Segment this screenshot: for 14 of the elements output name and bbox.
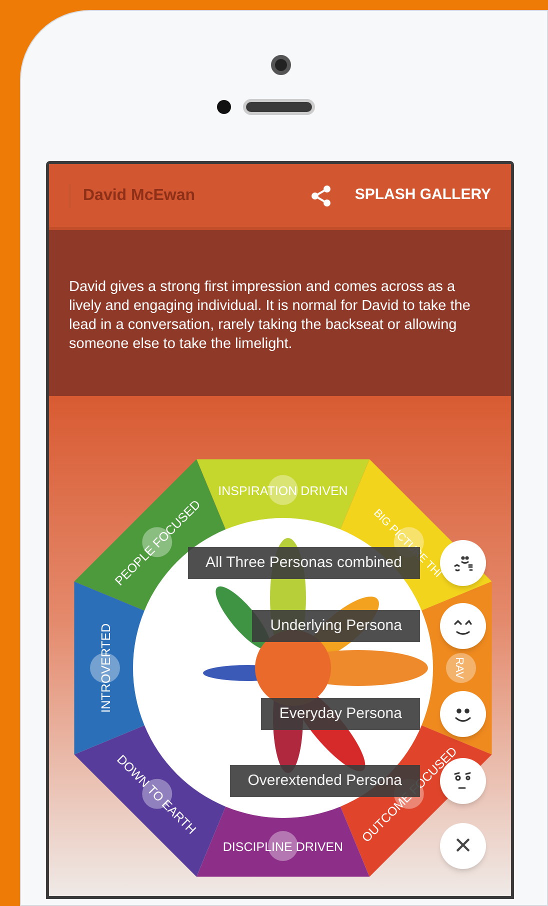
splash-gallery-button[interactable]: SPLASH GALLERY <box>354 184 491 207</box>
wheel-label: RAV <box>453 657 465 679</box>
sensor-icon <box>217 100 231 114</box>
app-title: David McEwan <box>69 184 309 208</box>
persona-tooltip: Everyday Persona <box>261 698 420 730</box>
persona-tooltip: Underlying Persona <box>252 610 420 642</box>
close-button[interactable]: × <box>440 823 486 869</box>
share-icon[interactable] <box>308 184 333 208</box>
wheel-label: DISCIPLINE DRIVEN <box>222 840 344 854</box>
speaker-grille <box>243 99 315 115</box>
wheel-label: INTROVERTED <box>99 623 113 713</box>
wheel-label: INSPIRATION DRIVEN <box>218 484 348 498</box>
camera-icon <box>271 55 291 75</box>
description-text: David gives a strong first impression and comes across as a lively and engaging individual. It is normal for David to take the lead in a conversation, rarely taking the backseat or allowing someone else to take the limelight. <box>69 278 472 354</box>
